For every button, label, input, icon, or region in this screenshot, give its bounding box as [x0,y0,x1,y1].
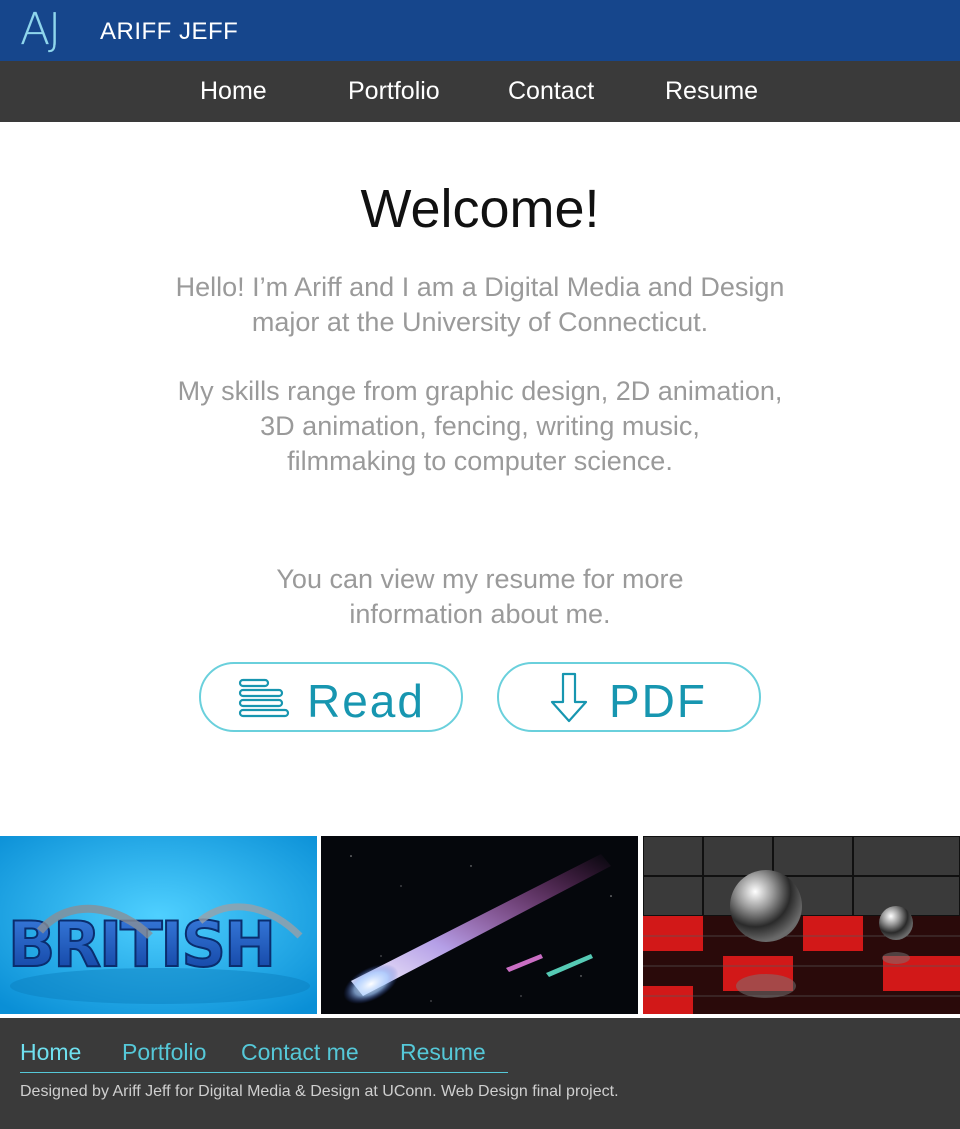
pdf-button-label: PDF [609,675,707,727]
nav-contact[interactable]: Contact [508,77,594,106]
skills-line: My skills range from graphic design, 2D … [177,376,783,406]
skills-text: My skills range from graphic design, 2D … [0,374,960,479]
footer-portfolio[interactable]: Portfolio [122,1039,206,1066]
intro-text: Hello! I’m Ariff and I am a Digital Medi… [0,270,960,340]
intro-line: major at the University of Connecticut. [251,307,709,337]
download-pdf-button[interactable]: PDF [497,662,761,732]
download-arrow-icon [550,672,588,723]
gallery-image-spheres[interactable] [643,836,960,1014]
resume-text: You can view my resume for more informat… [0,562,960,632]
site-name[interactable]: ARIFF JEFF [100,18,238,46]
gallery-image-comet[interactable] [321,836,638,1014]
site-footer: Home Portfolio Contact me Resume Designe… [0,1018,960,1129]
intro-line: Hello! I’m Ariff and I am a Digital Medi… [175,272,785,302]
skills-line: 3D animation, fencing, writing music, [260,411,700,441]
main-nav: Home Portfolio Contact Resume [0,61,960,122]
nav-home[interactable]: Home [200,77,267,106]
comet-image [321,836,638,1014]
logo[interactable]: AJ [20,4,61,55]
skills-line: filmmaking to computer science. [287,446,673,476]
footer-credits: Designed by Ariff Jeff for Digital Media… [20,1083,619,1100]
chrome-spheres-image [643,836,960,1014]
footer-contact[interactable]: Contact me [241,1039,359,1066]
page-title: Welcome! [360,179,600,239]
footer-divider [20,1072,508,1073]
nav-portfolio[interactable]: Portfolio [348,77,440,106]
read-button-label: Read [307,675,425,727]
resume-line: You can view my resume for more [276,564,684,594]
british-typography-image: BRITISH [0,836,317,1014]
site-header: AJ ARIFF JEFF [0,0,960,61]
text-lines-icon [238,678,290,718]
nav-resume[interactable]: Resume [665,77,758,106]
read-resume-button[interactable]: Read [199,662,463,732]
resume-line: information about me. [349,599,611,629]
gallery-image-british[interactable]: BRITISH [0,836,317,1014]
footer-resume[interactable]: Resume [400,1039,486,1066]
footer-home[interactable]: Home [20,1039,81,1066]
